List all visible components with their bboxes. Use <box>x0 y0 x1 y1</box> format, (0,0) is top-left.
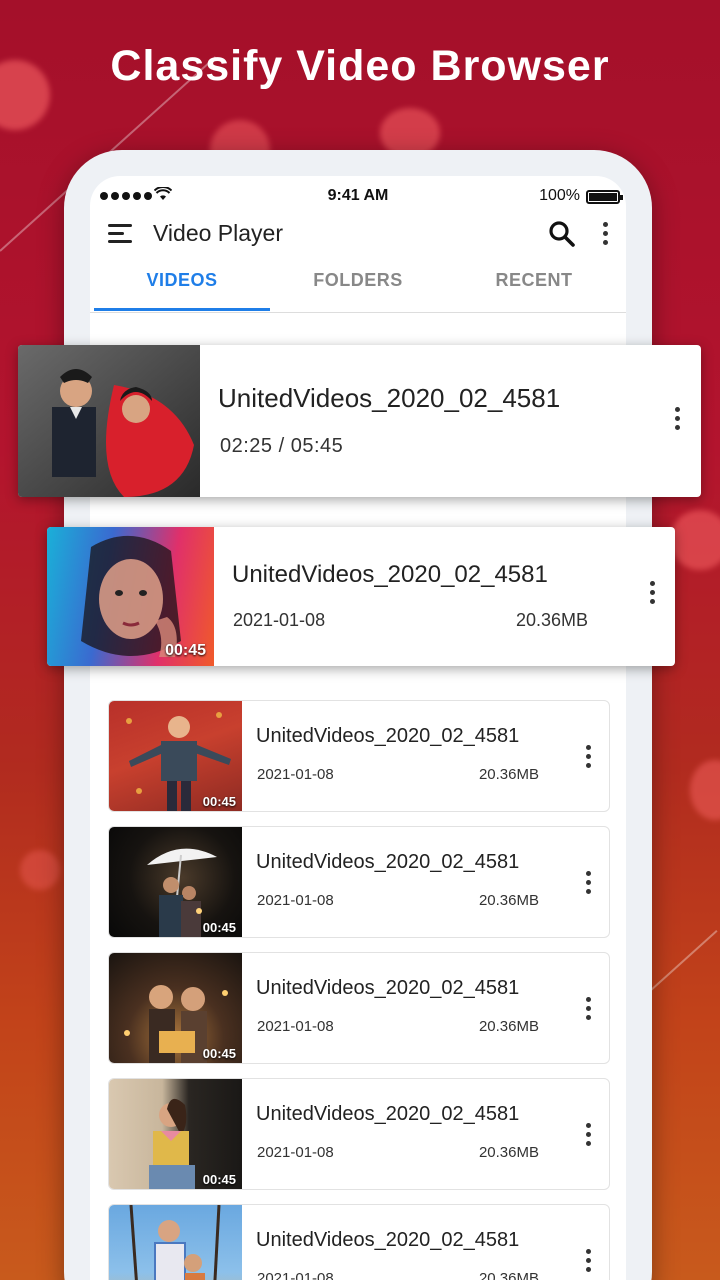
tab-bar: VIDEOS FOLDERS RECENT <box>90 270 626 313</box>
video-size: 20.36MB <box>478 1018 539 1035</box>
video-thumbnail[interactable]: 00:45 <box>109 953 242 1063</box>
tab-recent[interactable]: RECENT <box>446 270 622 291</box>
video-thumbnail[interactable] <box>109 1205 242 1280</box>
more-vert-icon[interactable] <box>645 581 659 608</box>
video-duration: 00:45 <box>165 642 206 659</box>
phone-screen: 9:41 AM 100% Video Player VIDEOS FOLDERS… <box>90 176 626 1280</box>
video-date: 2021-01-08 <box>257 1144 334 1161</box>
more-vert-icon[interactable] <box>670 407 684 434</box>
bokeh-light <box>670 510 720 570</box>
headline: Classify Video Browser <box>110 42 610 90</box>
video-duration: 00:45 <box>202 1046 236 1061</box>
light-streak <box>649 930 718 992</box>
video-size: 20.36MB <box>478 892 539 909</box>
video-size: 20.36MB <box>478 1144 539 1161</box>
featured-video-date: 2021-01-08 <box>233 610 326 630</box>
more-vert-icon[interactable] <box>581 1249 595 1276</box>
more-vert-icon[interactable] <box>581 871 595 898</box>
now-playing-card[interactable]: UnitedVideos_2020_02_4581 02:25 / 05:45 <box>18 345 701 497</box>
tab-divider <box>90 312 626 313</box>
more-vert-icon[interactable] <box>581 1123 595 1150</box>
app-title: Video Player <box>153 220 283 246</box>
tab-folders[interactable]: FOLDERS <box>270 270 446 291</box>
video-date: 2021-01-08 <box>257 766 334 783</box>
video-thumbnail[interactable]: 00:45 <box>109 827 242 937</box>
video-list-item[interactable]: 00:45 UnitedVideos_2020_02_4581 2021-01-… <box>108 952 610 1064</box>
now-playing-title: UnitedVideos_2020_02_4581 <box>218 383 561 413</box>
video-list-item[interactable]: 00:45 UnitedVideos_2020_02_4581 2021-01-… <box>108 700 610 812</box>
more-vert-icon[interactable] <box>581 997 595 1024</box>
video-date: 2021-01-08 <box>257 1018 334 1035</box>
featured-video-size: 20.36MB <box>515 610 588 630</box>
video-date: 2021-01-08 <box>257 1270 334 1280</box>
bokeh-light <box>20 850 60 890</box>
video-size: 20.36MB <box>478 766 539 783</box>
featured-video-card[interactable]: 00:45 UnitedVideos_2020_02_4581 2021-01-… <box>47 527 675 666</box>
video-title: UnitedVideos_2020_02_4581 <box>256 1103 520 1125</box>
battery-percent: 100% <box>539 187 580 204</box>
video-list-item[interactable]: 00:45 UnitedVideos_2020_02_4581 2021-01-… <box>108 1078 610 1190</box>
playback-progress: 02:25 / 05:45 <box>220 435 344 457</box>
tab-indicator <box>94 308 270 311</box>
video-date: 2021-01-08 <box>257 892 334 909</box>
battery-icon <box>586 190 623 204</box>
video-title: UnitedVideos_2020_02_4581 <box>256 851 520 873</box>
menu-icon[interactable] <box>108 224 132 244</box>
more-vert-icon[interactable] <box>595 222 615 250</box>
video-title: UnitedVideos_2020_02_4581 <box>256 1229 520 1251</box>
video-title: UnitedVideos_2020_02_4581 <box>256 977 520 999</box>
video-thumbnail[interactable]: 00:45 <box>47 527 214 666</box>
featured-video-title: UnitedVideos_2020_02_4581 <box>232 561 548 588</box>
video-thumbnail[interactable]: 00:45 <box>109 701 242 811</box>
bokeh-light <box>690 760 720 820</box>
video-thumbnail[interactable] <box>18 345 200 497</box>
app-bar: Video Player <box>90 212 626 262</box>
more-vert-icon[interactable] <box>581 745 595 772</box>
status-bar: 9:41 AM 100% <box>90 186 626 210</box>
video-duration: 00:45 <box>202 1172 236 1187</box>
tab-videos[interactable]: VIDEOS <box>94 270 270 291</box>
video-size: 20.36MB <box>478 1270 539 1280</box>
search-icon[interactable] <box>548 220 576 248</box>
video-duration: 00:45 <box>202 794 236 809</box>
video-list-item[interactable]: UnitedVideos_2020_02_4581 2021-01-08 20.… <box>108 1204 610 1280</box>
video-duration: 00:45 <box>202 920 236 935</box>
video-title: UnitedVideos_2020_02_4581 <box>256 725 520 747</box>
video-thumbnail[interactable]: 00:45 <box>109 1079 242 1189</box>
video-list-item[interactable]: 00:45 UnitedVideos_2020_02_4581 2021-01-… <box>108 826 610 938</box>
